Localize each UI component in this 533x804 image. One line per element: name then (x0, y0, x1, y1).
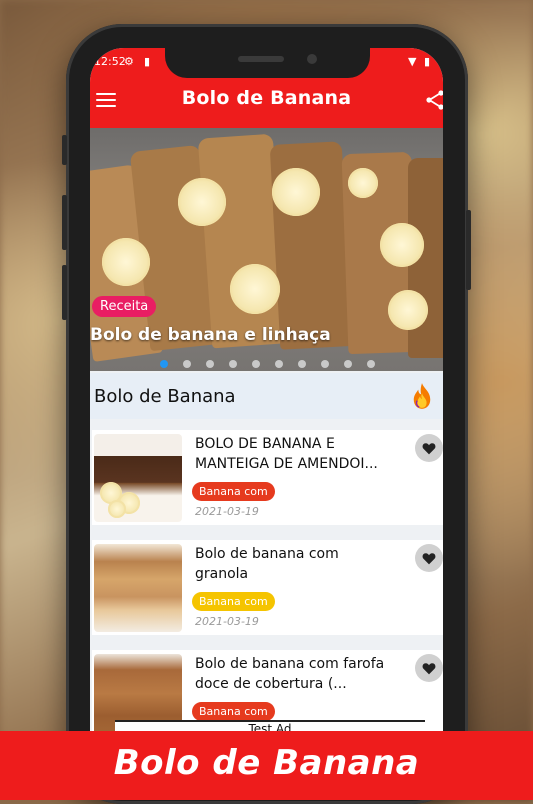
banner-title: Bolo de Banana (113, 743, 420, 783)
phone-notch (165, 48, 370, 78)
category-chip: Banana com (192, 482, 275, 501)
carousel-dot[interactable] (344, 360, 352, 368)
recipe-thumbnail (94, 544, 182, 632)
battery-icon: ▮ (424, 55, 431, 68)
favorite-button[interactable] (415, 544, 443, 572)
carousel-dot[interactable] (367, 360, 375, 368)
favorite-button[interactable] (415, 654, 443, 682)
carousel-dot[interactable] (298, 360, 306, 368)
carousel-dot[interactable] (229, 360, 237, 368)
recipe-thumbnail (94, 434, 182, 522)
carousel-dot[interactable] (321, 360, 329, 368)
section-title: Bolo de Banana (94, 386, 236, 407)
recipe-card[interactable]: BOLO DE BANANA E MANTEIGA DE AMENDOI... … (92, 430, 443, 525)
wifi-icon: ▼ (408, 55, 417, 68)
category-chip: Banana com (192, 592, 275, 611)
carousel-dot[interactable] (206, 360, 214, 368)
carousel-slide-title: Bolo de banana e linhaça (90, 325, 331, 345)
sd-card-status-icon: ▮ (144, 55, 151, 68)
heart-icon (422, 552, 436, 564)
recipe-date: 2021-03-19 (195, 505, 259, 518)
phone-button (62, 135, 67, 165)
app-title: Bolo de Banana (181, 87, 352, 109)
carousel-dot[interactable] (275, 360, 283, 368)
carousel-dot[interactable] (252, 360, 260, 368)
recipe-card[interactable]: Bolo de banana com granola Banana com 20… (92, 540, 443, 635)
section-header: Bolo de Banana (90, 373, 443, 419)
carousel-dot[interactable] (183, 360, 191, 368)
category-chip: Banana com (192, 702, 275, 721)
carousel-dot[interactable] (160, 360, 168, 368)
phone-button (466, 210, 471, 290)
recipe-tag: Receita (92, 296, 157, 317)
promo-banner: Bolo de Banana (0, 731, 533, 800)
fire-icon (413, 383, 431, 409)
phone-screen: 12:52 ⚙ ▮ ▼ ▮ Bolo de Banana Receita Bol… (90, 48, 443, 738)
phone-button (62, 265, 67, 320)
carousel-dots (160, 353, 390, 372)
status-time: 12:52 (94, 55, 126, 68)
recipe-title: Bolo de banana com granola (195, 546, 339, 582)
favorite-button[interactable] (415, 434, 443, 462)
heart-icon (422, 442, 436, 454)
phone-button (62, 195, 67, 250)
app-bar: Bolo de Banana (90, 74, 443, 128)
recipe-date: 2021-03-19 (195, 615, 259, 628)
settings-status-icon: ⚙ (124, 55, 134, 68)
recipe-title: BOLO DE BANANA E MANTEIGA DE AMENDOI... (195, 436, 378, 472)
share-icon[interactable] (423, 88, 443, 112)
recipe-title: Bolo de banana com farofa doce de cobert… (195, 656, 385, 692)
heart-icon (422, 662, 436, 674)
